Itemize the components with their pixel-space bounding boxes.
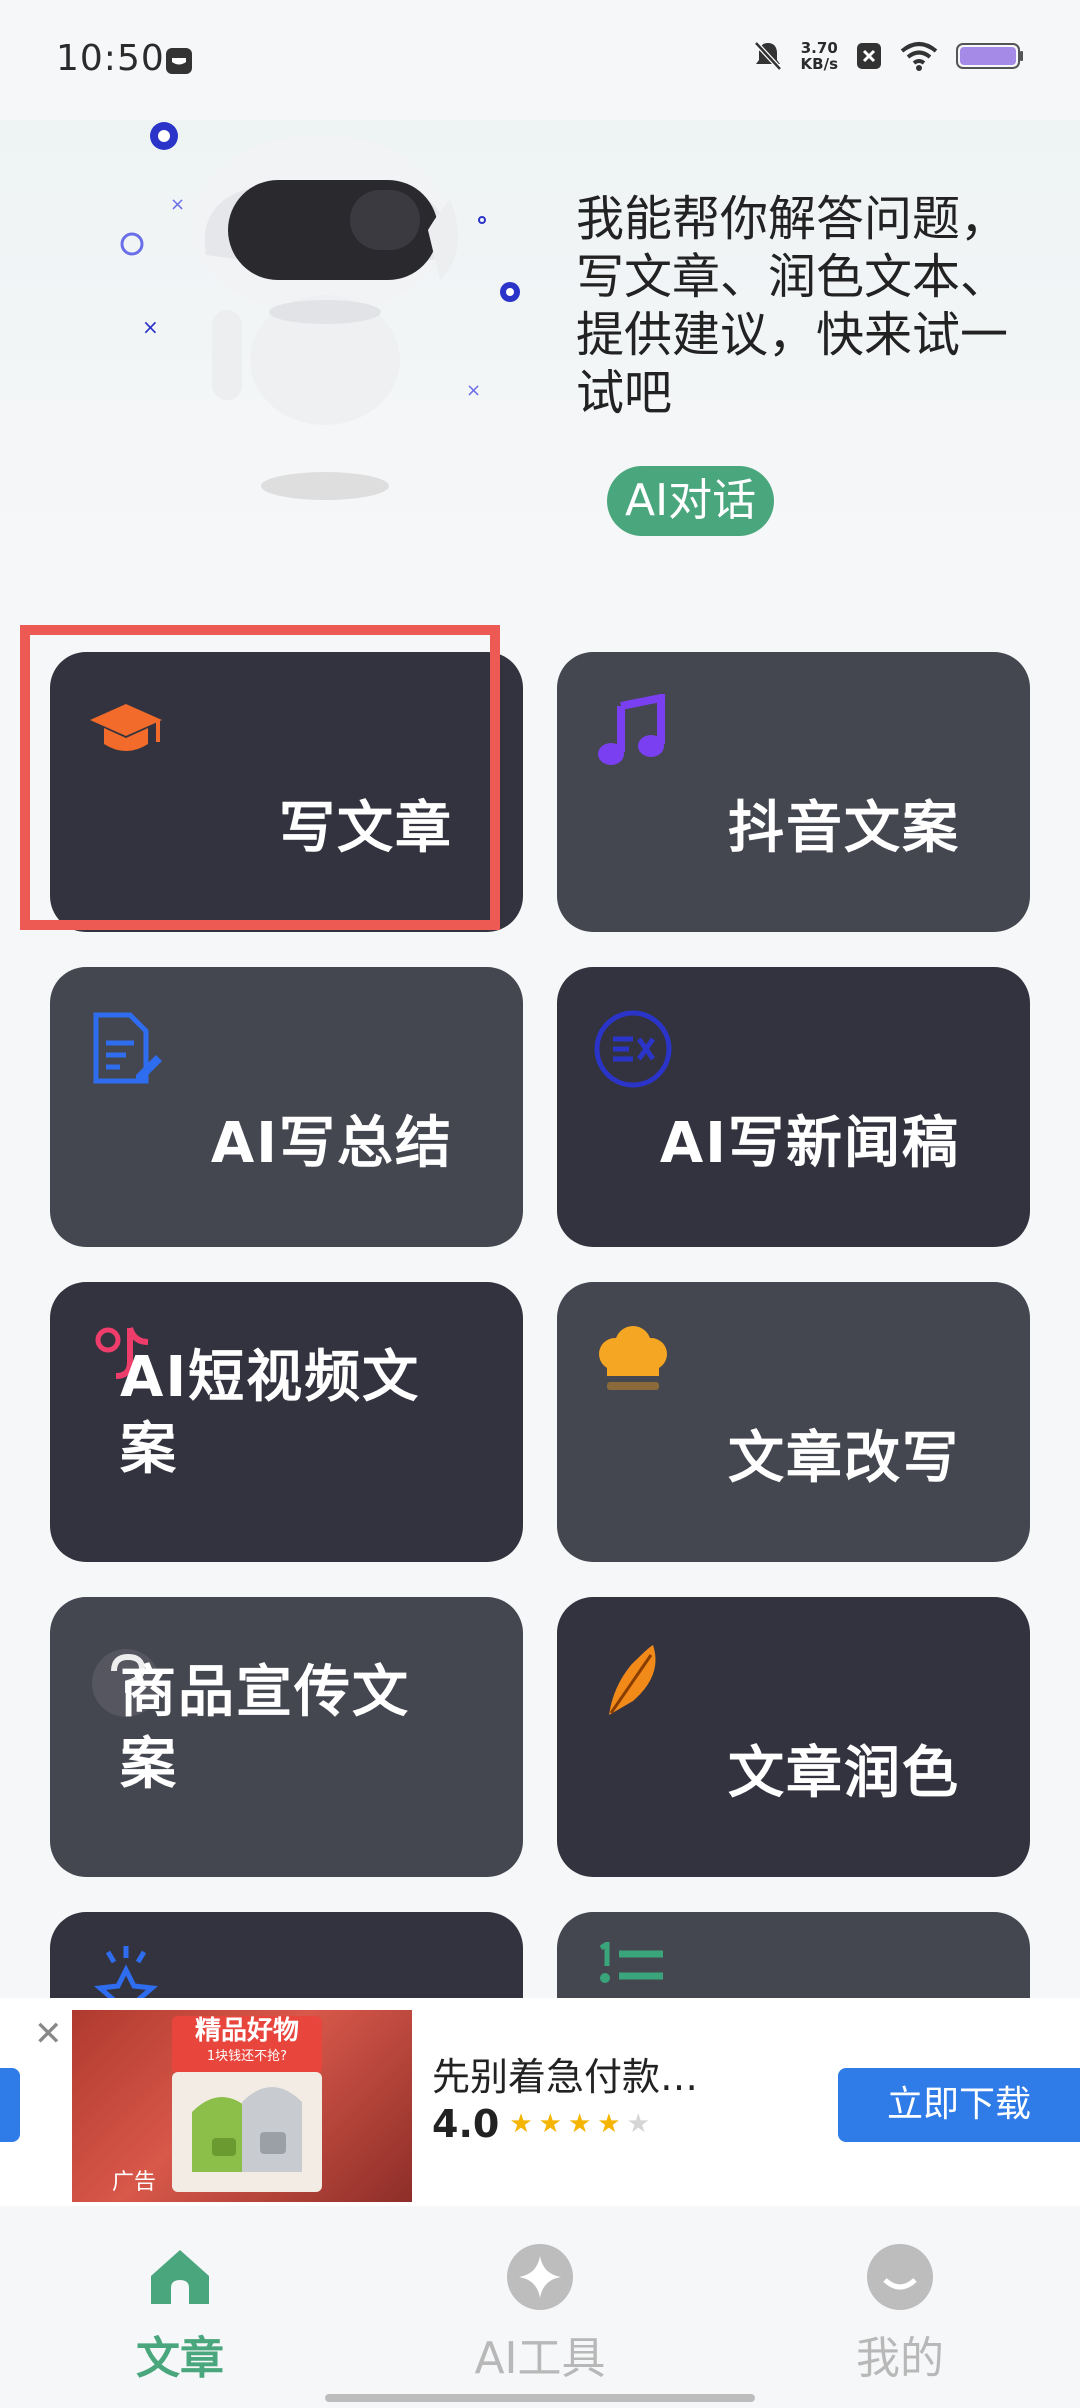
sim-blocked-icon bbox=[857, 43, 881, 69]
document-edit-icon bbox=[93, 1012, 162, 1084]
ad-tag: 广告 bbox=[112, 2170, 157, 2195]
notification-icon bbox=[166, 48, 192, 74]
feature-card-product-promo[interactable]: 商品宣传文案 bbox=[50, 1597, 523, 1877]
status-icons: 3.70 KB/s bbox=[753, 40, 1024, 72]
music-note-icon bbox=[598, 694, 665, 765]
ad-prev-edge[interactable] bbox=[0, 2068, 20, 2142]
feature-card-douyin-copy[interactable]: 抖音文案 bbox=[557, 652, 1030, 932]
chef-hat-icon bbox=[599, 1326, 667, 1390]
ai-chat-button[interactable]: AI对话 bbox=[607, 466, 775, 536]
ad-rating: 4.0 ★★★★★ bbox=[432, 2102, 656, 2146]
card-label: AI短视频文案 bbox=[120, 1345, 421, 1482]
graduation-cap-icon bbox=[90, 704, 162, 751]
feature-card-polish[interactable]: 文章润色 bbox=[557, 1597, 1030, 1877]
ad-badge: 精品好物 1块钱还不抢? bbox=[172, 2016, 322, 2074]
nav-tab-ai-tools[interactable]: AI工具 bbox=[440, 2242, 640, 2386]
ad-image[interactable]: 精品好物 1块钱还不抢? 广告 bbox=[72, 2010, 412, 2202]
ad-rating-score: 4.0 bbox=[432, 2102, 500, 2146]
ad-close-icon[interactable]: ✕ bbox=[34, 2014, 63, 2054]
hero-banner: × × × 我能帮你解答问题，写文章、润色文本、提供建议，快来试一试吧 AI对话 bbox=[0, 120, 1080, 560]
nav-label: 我的 bbox=[856, 2333, 944, 2384]
nav-label: 文章 bbox=[136, 2333, 224, 2384]
gear-icon bbox=[150, 122, 178, 150]
feather-icon bbox=[609, 1645, 656, 1715]
net-speed-unit: KB/s bbox=[800, 55, 838, 73]
feature-card-ai-summary[interactable]: AI写总结 bbox=[50, 967, 523, 1247]
feature-card-more-2[interactable] bbox=[557, 1912, 1030, 2002]
ad-banner[interactable]: ✕ 精品好物 1块钱还不抢? 广告 先别着急付款… 4.0 ★★★★★ 立即下载 bbox=[0, 1998, 1080, 2206]
card-label: 商品宣传文案 bbox=[120, 1660, 410, 1797]
feature-card-ai-news[interactable]: AI写新闻稿 bbox=[557, 967, 1030, 1247]
card-label: 抖音文案 bbox=[728, 796, 960, 861]
home-indicator[interactable] bbox=[325, 2394, 755, 2402]
nav-label: AI工具 bbox=[474, 2333, 606, 2384]
gear-icon bbox=[500, 282, 520, 302]
net-speed-value: 3.70 bbox=[800, 39, 838, 57]
rating-stars-icon: ★★★★★ bbox=[509, 2109, 656, 2139]
svg-text:×: × bbox=[170, 194, 185, 215]
robot-mascot: × × × bbox=[120, 122, 520, 500]
ad-title[interactable]: 先别着急付款… bbox=[432, 2046, 698, 2101]
ai-tools-icon bbox=[507, 2244, 573, 2310]
ad-badge-title: 精品好物 bbox=[194, 2016, 299, 2046]
feature-card-ai-short-video[interactable]: AI短视频文案 bbox=[50, 1282, 523, 1562]
card-label: AI写总结 bbox=[210, 1111, 453, 1176]
feature-card-write-article[interactable]: 写文章 bbox=[50, 652, 523, 932]
net-speed: 3.70 KB/s bbox=[801, 40, 838, 72]
news-icon bbox=[594, 1010, 672, 1088]
home-icon bbox=[151, 2250, 209, 2304]
product-image bbox=[172, 2072, 322, 2192]
wifi-icon bbox=[900, 42, 938, 71]
mute-bell-icon bbox=[753, 41, 782, 71]
feature-card-rewrite[interactable]: 文章改写 bbox=[557, 1282, 1030, 1562]
status-time: 10:50 bbox=[56, 38, 165, 79]
svg-text:×: × bbox=[142, 315, 159, 339]
battery-icon bbox=[956, 43, 1023, 69]
status-bar: 10:50 3.70 KB/s bbox=[0, 0, 1080, 120]
ad-badge-sub: 1块钱还不抢? bbox=[206, 2049, 288, 2064]
hero-intro-text: 我能帮你解答问题，写文章、润色文本、提供建议，快来试一试吧 bbox=[576, 191, 1009, 421]
nav-tab-articles[interactable]: 文章 bbox=[80, 2242, 280, 2386]
download-button[interactable]: 立即下载 bbox=[838, 2068, 1080, 2142]
bottom-nav: 文章 AI工具 我的 bbox=[0, 2206, 1080, 2408]
feature-card-more-1[interactable] bbox=[50, 1912, 523, 2022]
svg-text:×: × bbox=[466, 380, 481, 401]
card-label: AI写新闻稿 bbox=[659, 1111, 960, 1176]
nav-tab-profile[interactable]: 我的 bbox=[800, 2242, 1000, 2386]
card-label: 文章润色 bbox=[728, 1741, 960, 1806]
card-label: 文章改写 bbox=[728, 1426, 960, 1491]
profile-icon bbox=[867, 2244, 933, 2310]
card-label: 写文章 bbox=[279, 796, 453, 861]
